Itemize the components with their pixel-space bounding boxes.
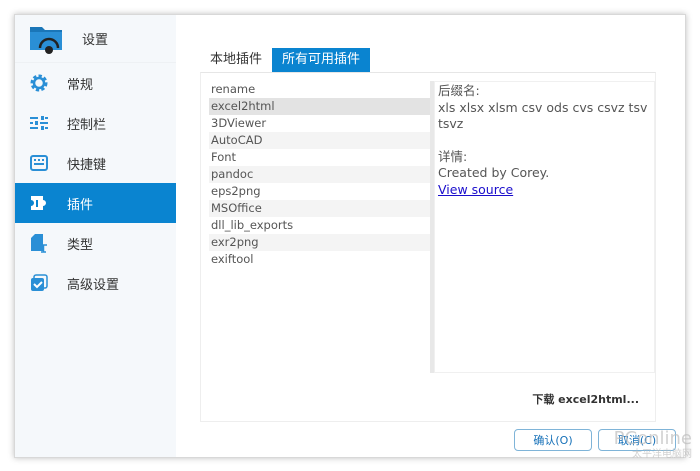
- sidebar: 设置 常规控制栏快捷键插件类型高级设置: [15, 15, 176, 457]
- sidebar-item-label: 插件: [67, 197, 94, 213]
- main-content: 本地插件 所有可用插件 rename excel2html 3DViewer Auto…: [176, 15, 685, 457]
- details-value: Created by Corey.: [438, 165, 550, 180]
- plugin-list-item[interactable]: AutoCAD: [209, 132, 430, 149]
- sidebar-item-label: 高级设置: [67, 277, 120, 293]
- plugin-list-item[interactable]: 3DViewer: [209, 115, 430, 132]
- sidebar-item-5[interactable]: 高级设置: [15, 263, 176, 303]
- sidebar-item-2[interactable]: 快捷键: [15, 143, 176, 183]
- tab-all-plugins[interactable]: 所有可用插件: [272, 48, 371, 72]
- plugin-list-item[interactable]: dll_lib_exports: [209, 217, 430, 234]
- gear-icon: [29, 73, 49, 93]
- plugin-list-item[interactable]: pandoc: [209, 166, 430, 183]
- view-source-link[interactable]: View source: [438, 182, 513, 197]
- plugins-panel: rename excel2html 3DViewer AutoCAD Font pando…: [200, 72, 656, 422]
- sidebar-item-0[interactable]: 常规: [15, 63, 176, 103]
- download-button[interactable]: 下载 excel2html...: [532, 391, 639, 407]
- extensions-value: xls xlsx xlsm csv ods cvs csvz tsv tsvz: [438, 99, 648, 132]
- sidebar-item-label: 控制栏: [67, 117, 107, 133]
- puzzle-icon: [29, 193, 49, 213]
- plugin-detail: 后缀名: xls xlsx xlsm csv ods cvs csvz tsv …: [434, 81, 655, 373]
- keyboard-icon: [29, 153, 49, 173]
- plugin-list-item[interactable]: Font: [209, 149, 430, 166]
- details-label: 详情:: [438, 148, 468, 164]
- sidebar-item-label: 常规: [67, 77, 94, 93]
- plugin-list-item[interactable]: eps2png: [209, 183, 430, 200]
- sidebar-item-3[interactable]: 插件: [15, 183, 176, 223]
- window-title: 设置: [82, 33, 109, 48]
- sliders-icon: [29, 113, 49, 133]
- file-type-icon: [29, 233, 49, 253]
- ok-button[interactable]: 确认(O): [514, 429, 592, 451]
- tab-local-plugins[interactable]: 本地插件: [200, 48, 272, 72]
- sidebar-item-label: 类型: [67, 237, 94, 253]
- checkbox-icon: [29, 273, 49, 293]
- watermark: PConline 太平洋电脑网: [613, 428, 692, 463]
- sidebar-item-label: 快捷键: [67, 157, 107, 173]
- sidebar-item-4[interactable]: 类型: [15, 223, 176, 263]
- plugin-list-item[interactable]: exiftool: [209, 251, 430, 268]
- sidebar-item-1[interactable]: 控制栏: [15, 103, 176, 143]
- watermark-sub: 太平洋电脑网: [632, 449, 692, 460]
- plugin-list-item[interactable]: rename: [209, 81, 430, 98]
- app-logo-icon: [29, 24, 63, 54]
- settings-window: 设置 常规 控制栏 快捷键 插件 类型 高级设置 本地插件 所有可用插件 rename ex…: [14, 14, 686, 458]
- sidebar-header: 设置: [15, 15, 176, 63]
- plugin-list: rename excel2html 3DViewer AutoCAD Font pando…: [209, 81, 430, 373]
- plugin-list-item[interactable]: exr2png: [209, 234, 430, 251]
- plugin-list-item[interactable]: excel2html: [209, 98, 430, 115]
- tab-bar: 本地插件 所有可用插件: [200, 48, 371, 72]
- watermark-brand: PConline: [613, 428, 692, 449]
- plugin-list-item[interactable]: MSOffice: [209, 200, 430, 217]
- extensions-label: 后缀名:: [438, 83, 480, 98]
